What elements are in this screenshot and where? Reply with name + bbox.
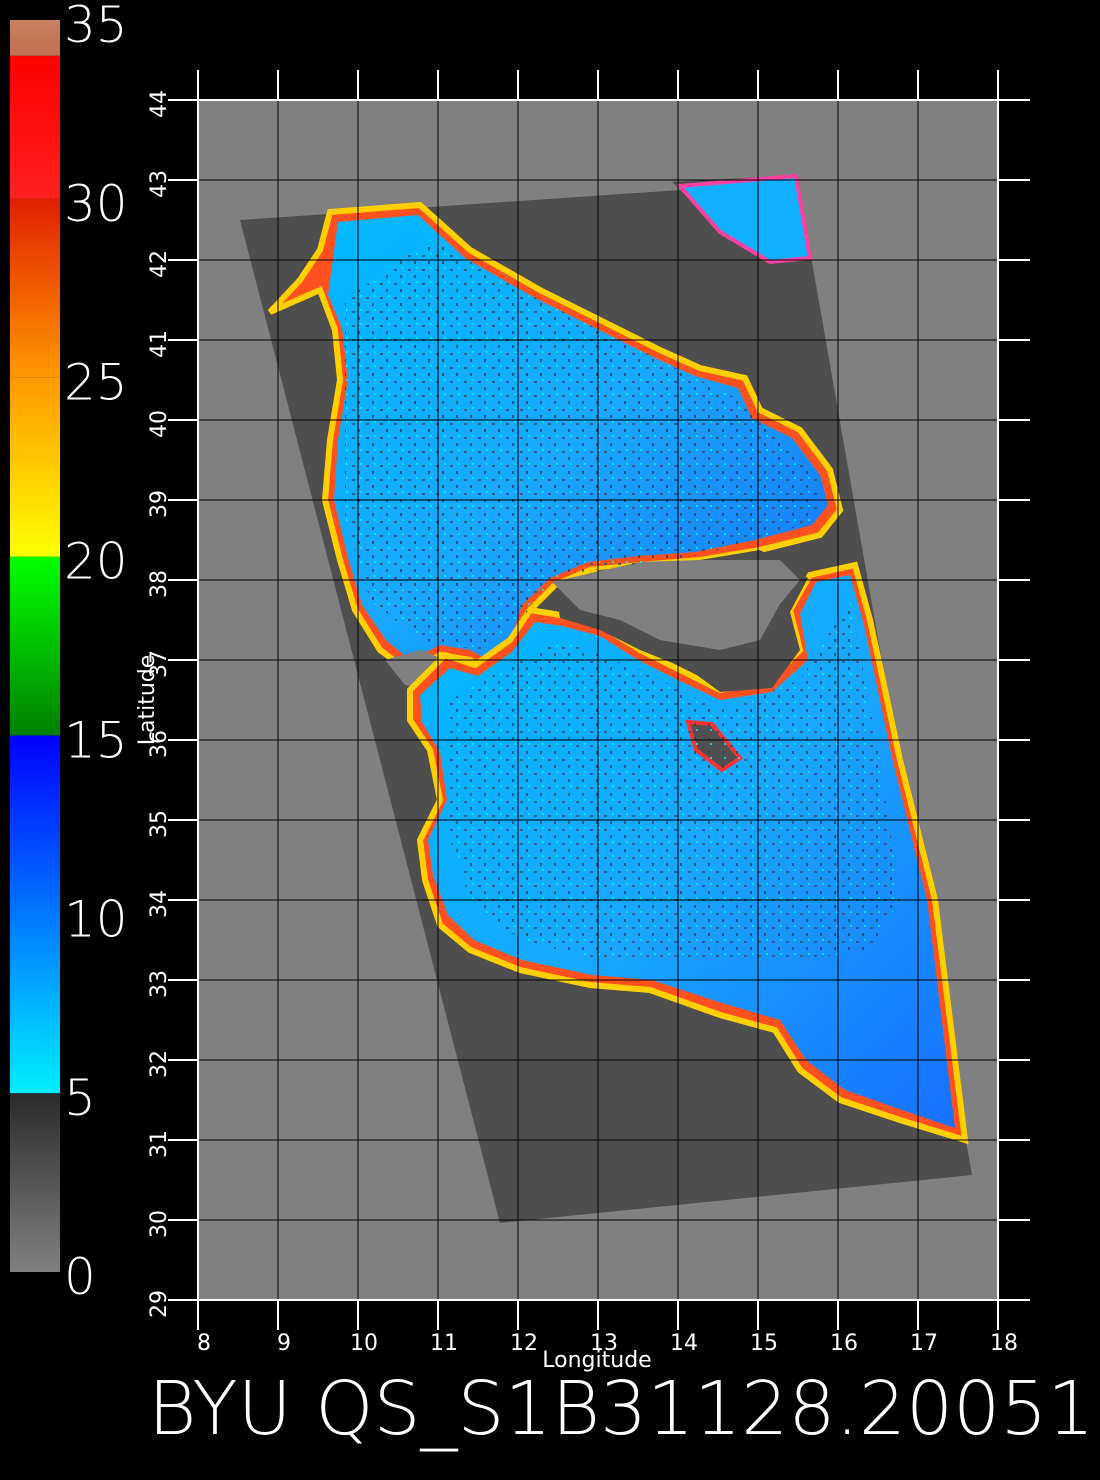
colorbar-band	[10, 1093, 60, 1272]
longitude-tick-label: 9	[277, 1331, 291, 1356]
latitude-tick-label: 41	[147, 330, 172, 358]
colorbar-band	[10, 20, 60, 56]
colorbar-label: 30	[64, 175, 128, 233]
longitude-tick-label: 10	[350, 1331, 378, 1356]
latitude-tick-label: 29	[147, 1290, 172, 1318]
longitude-tick-label: 18	[990, 1331, 1018, 1356]
longitude-tick-label: 17	[910, 1331, 938, 1356]
colorbar-label: 15	[64, 711, 128, 769]
longitude-tick-label: 8	[197, 1331, 211, 1356]
colorbar-band	[10, 198, 60, 378]
latitude-tick-label: 32	[147, 1050, 172, 1078]
footer-title: BYU QS_S1B31128.20051	[148, 1366, 1094, 1452]
latitude-tick-label: 30	[147, 1210, 172, 1238]
longitude-tick-label: 16	[830, 1331, 858, 1356]
colorbar-band	[10, 556, 60, 736]
colorbar-band	[10, 735, 60, 1094]
colorbar-label: 10	[64, 890, 128, 948]
colorbar-band	[10, 377, 60, 557]
latitude-tick-label: 35	[147, 810, 172, 838]
colorbar-label: 25	[64, 354, 128, 412]
latitude-tick-label: 34	[147, 890, 172, 918]
colorbar: 0 5 10 15 20 25 30 35	[10, 0, 128, 1306]
colorbar-label: 35	[64, 0, 128, 54]
latitude-tick-label: 42	[147, 250, 172, 278]
latitude-tick-label: 44	[147, 90, 172, 118]
longitude-tick-label: 11	[430, 1331, 458, 1356]
latitude-tick-label: 31	[147, 1130, 172, 1158]
latitude-tick-label: 43	[147, 170, 172, 198]
colorbar-band	[10, 55, 60, 199]
latitude-tick-label: 33	[147, 970, 172, 998]
longitude-tick-label: 15	[750, 1331, 778, 1356]
y-axis-label: Latitude	[135, 655, 160, 746]
map-figure: 05101520253035 8 9 10 11 12 13 14 15 16 17 18 2930…	[10, 0, 1094, 1452]
colorbar-label: 0	[64, 1248, 96, 1306]
latitude-tick-label: 40	[147, 410, 172, 438]
latitude-tick-label: 38	[147, 570, 172, 598]
latitude-tick-label: 39	[147, 490, 172, 518]
colorbar-label: 5	[64, 1069, 96, 1127]
colorbar-label: 20	[64, 533, 128, 591]
longitude-tick-label: 12	[510, 1331, 538, 1356]
longitude-tick-label: 14	[670, 1331, 698, 1356]
